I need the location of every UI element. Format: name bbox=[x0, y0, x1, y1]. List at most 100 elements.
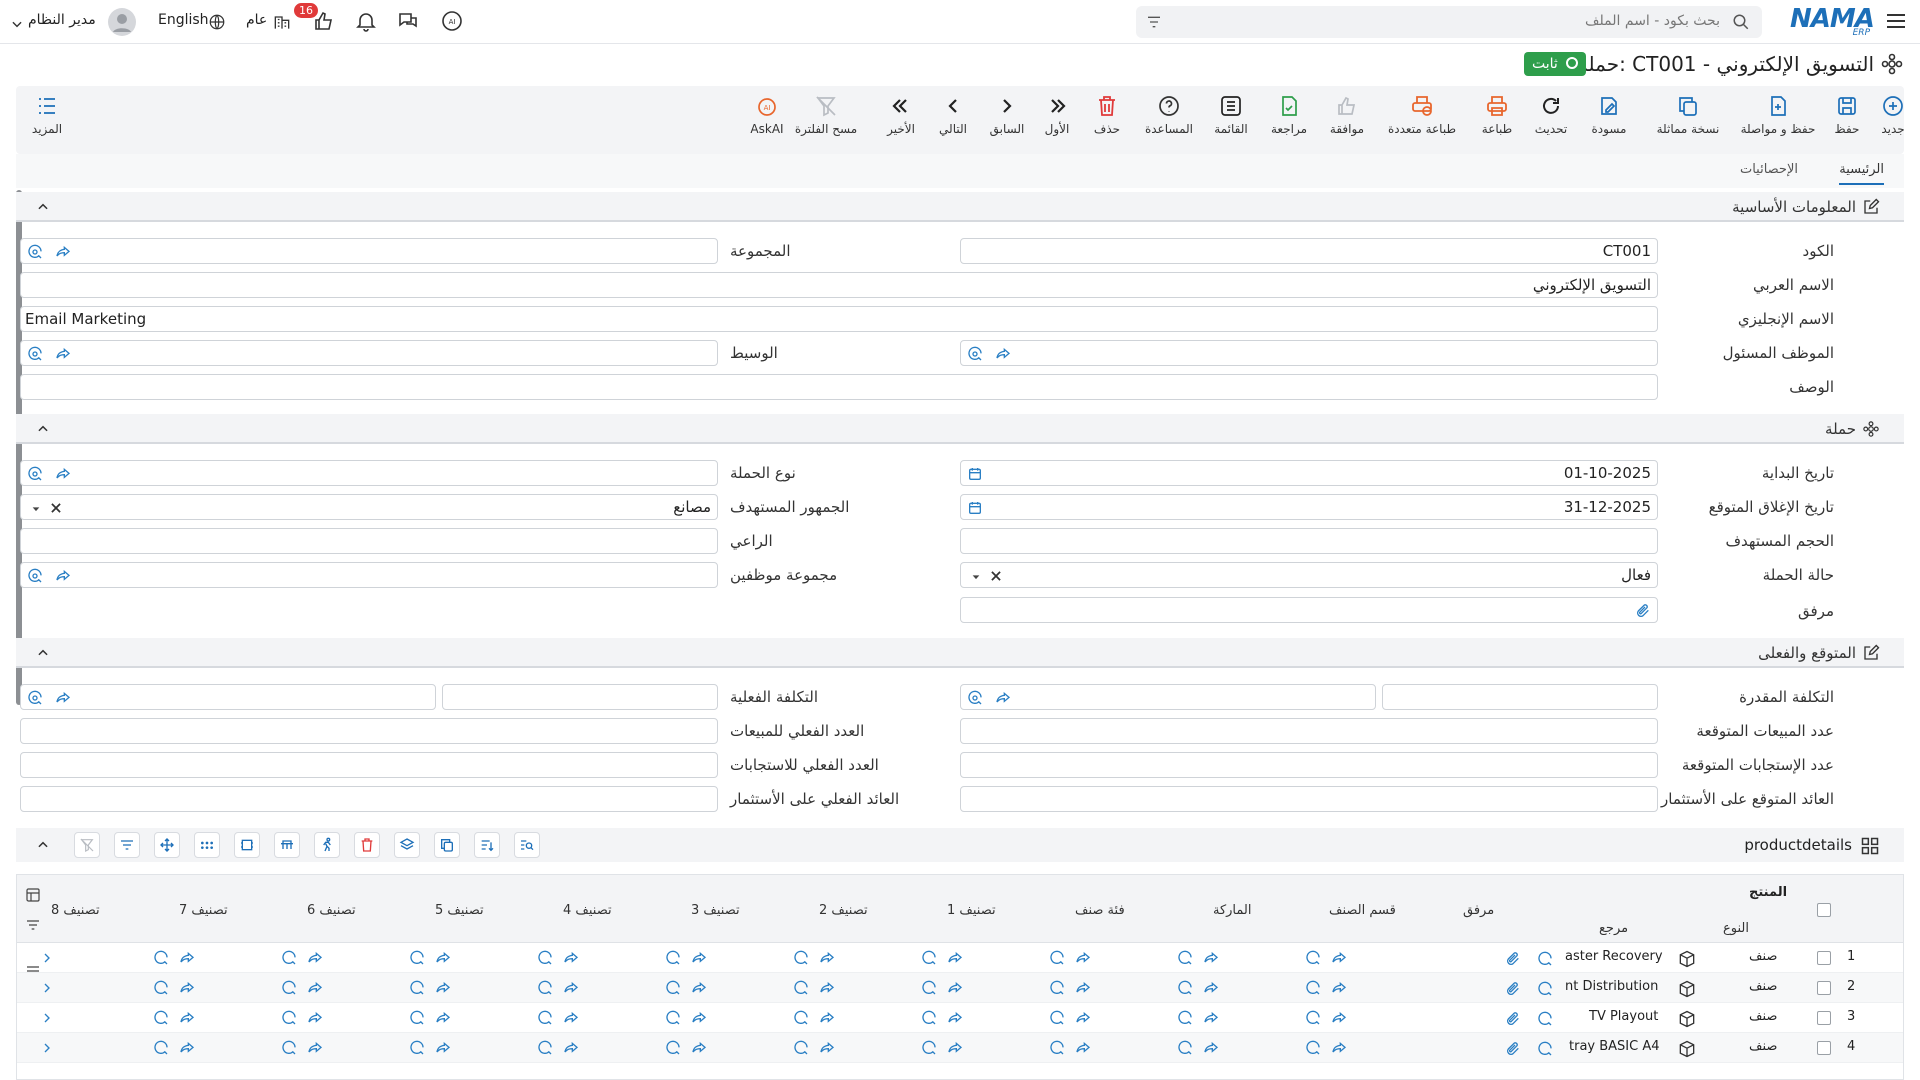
row-checkbox[interactable] bbox=[1817, 981, 1831, 995]
share-icon[interactable] bbox=[1331, 1040, 1347, 1056]
act-sales-field[interactable] bbox=[20, 718, 718, 744]
paperclip-icon[interactable] bbox=[1505, 1041, 1521, 1057]
lookup-icon[interactable] bbox=[793, 980, 809, 996]
share-icon[interactable] bbox=[819, 1040, 835, 1056]
lookup-icon[interactable] bbox=[409, 950, 425, 966]
grid-dots-button[interactable] bbox=[194, 832, 220, 858]
lookup-icon[interactable] bbox=[27, 346, 43, 362]
more-button[interactable]: المزيد bbox=[16, 94, 78, 136]
col-item-dept[interactable]: قسم الصنف bbox=[1329, 903, 1396, 918]
est-cost-field[interactable] bbox=[1382, 684, 1658, 710]
list-button[interactable]: القائمة bbox=[1200, 94, 1262, 136]
share-icon[interactable] bbox=[55, 568, 71, 584]
grid-layers-button[interactable] bbox=[394, 832, 420, 858]
exp-resp-field[interactable] bbox=[960, 752, 1658, 778]
clear-filter-button[interactable]: مسح الفلترة bbox=[788, 94, 864, 136]
grid-search-button[interactable] bbox=[514, 832, 540, 858]
lookup-icon[interactable] bbox=[921, 1040, 937, 1056]
target-size-field[interactable] bbox=[960, 528, 1658, 554]
help-button[interactable]: المساعدة bbox=[1138, 94, 1200, 136]
share-icon[interactable] bbox=[691, 1010, 707, 1026]
lookup-icon[interactable] bbox=[967, 690, 983, 706]
share-icon[interactable] bbox=[1331, 1010, 1347, 1026]
chevron-right-icon[interactable] bbox=[39, 1040, 55, 1056]
lookup-icon[interactable] bbox=[153, 1040, 169, 1056]
lookup-icon[interactable] bbox=[1049, 1040, 1065, 1056]
grid-move-button[interactable] bbox=[154, 832, 180, 858]
grid-sort-button[interactable] bbox=[474, 832, 500, 858]
lookup-icon[interactable] bbox=[1305, 950, 1321, 966]
group-field[interactable] bbox=[20, 238, 718, 264]
lookup-icon[interactable] bbox=[281, 1040, 297, 1056]
paperclip-icon[interactable] bbox=[1635, 603, 1651, 619]
exp-sales-field[interactable] bbox=[960, 718, 1658, 744]
filter-icon[interactable] bbox=[25, 917, 41, 933]
attachment-field[interactable] bbox=[960, 597, 1658, 623]
calendar-icon[interactable] bbox=[967, 500, 983, 516]
row-checkbox[interactable] bbox=[1817, 1011, 1831, 1025]
approvals-icon[interactable]: 16 bbox=[294, 3, 338, 35]
lookup-icon[interactable] bbox=[281, 950, 297, 966]
search-input[interactable]: بحث بكود - اسم الملف bbox=[1136, 6, 1762, 38]
share-icon[interactable] bbox=[691, 1040, 707, 1056]
actual-cost-field[interactable] bbox=[442, 684, 718, 710]
grid-columns-button[interactable] bbox=[234, 832, 260, 858]
share-icon[interactable] bbox=[563, 1010, 579, 1026]
share-icon[interactable] bbox=[55, 466, 71, 482]
lookup-icon[interactable] bbox=[1537, 1041, 1553, 1057]
chevron-up-icon[interactable] bbox=[36, 422, 50, 436]
lookup-icon[interactable] bbox=[409, 1010, 425, 1026]
chevron-up-icon[interactable] bbox=[36, 838, 50, 852]
act-resp-field[interactable] bbox=[20, 752, 718, 778]
tab-main[interactable]: الرئيسية bbox=[1839, 162, 1884, 185]
share-icon[interactable] bbox=[947, 980, 963, 996]
lookup-icon[interactable] bbox=[793, 1010, 809, 1026]
chevron-right-icon[interactable] bbox=[39, 1010, 55, 1026]
share-icon[interactable] bbox=[1203, 950, 1219, 966]
row-checkbox[interactable] bbox=[1817, 951, 1831, 965]
calendar-icon[interactable] bbox=[967, 466, 983, 482]
share-icon[interactable] bbox=[55, 244, 71, 260]
paperclip-icon[interactable] bbox=[1505, 1011, 1521, 1027]
lookup-icon[interactable] bbox=[793, 1040, 809, 1056]
share-icon[interactable] bbox=[435, 1040, 451, 1056]
prev-button[interactable]: السابق bbox=[976, 94, 1038, 136]
lookup-icon[interactable] bbox=[1537, 981, 1553, 997]
col-brand[interactable]: الماركة bbox=[1213, 903, 1252, 918]
lookup-icon[interactable] bbox=[921, 980, 937, 996]
caret-down-icon[interactable] bbox=[31, 504, 41, 514]
workspace-selector[interactable]: عام bbox=[246, 12, 290, 32]
share-icon[interactable] bbox=[819, 1010, 835, 1026]
lookup-icon[interactable] bbox=[793, 950, 809, 966]
act-roi-field[interactable] bbox=[20, 786, 718, 812]
save-button[interactable]: حفظ bbox=[1816, 94, 1878, 136]
lookup-icon[interactable] bbox=[1177, 1040, 1193, 1056]
arabic-name-field[interactable]: التسويق الإلكتروني bbox=[20, 272, 1658, 298]
scrollbar[interactable] bbox=[16, 190, 22, 705]
sponsor-field[interactable] bbox=[20, 528, 718, 554]
bell-icon[interactable] bbox=[354, 9, 380, 35]
share-icon[interactable] bbox=[1331, 950, 1347, 966]
lookup-icon[interactable] bbox=[665, 950, 681, 966]
duplicate-button[interactable]: نسخة مماثلة bbox=[1646, 94, 1730, 136]
menu-icon[interactable] bbox=[1884, 9, 1910, 35]
lookup-icon[interactable] bbox=[153, 950, 169, 966]
row-checkbox[interactable] bbox=[1817, 1041, 1831, 1055]
lookup-icon[interactable] bbox=[409, 980, 425, 996]
code-field[interactable]: CT001 bbox=[960, 238, 1658, 264]
lookup-icon[interactable] bbox=[1049, 950, 1065, 966]
lookup-icon[interactable] bbox=[27, 568, 43, 584]
share-icon[interactable] bbox=[947, 950, 963, 966]
lookup-icon[interactable] bbox=[1537, 1011, 1553, 1027]
share-icon[interactable] bbox=[1203, 980, 1219, 996]
share-icon[interactable] bbox=[1075, 950, 1091, 966]
grid-copy-button[interactable] bbox=[434, 832, 460, 858]
exp-roi-field[interactable] bbox=[960, 786, 1658, 812]
lookup-icon[interactable] bbox=[1177, 950, 1193, 966]
share-icon[interactable] bbox=[435, 1010, 451, 1026]
col-ref[interactable]: مرجع bbox=[1599, 921, 1628, 936]
chevron-right-icon[interactable] bbox=[39, 980, 55, 996]
broker-field[interactable] bbox=[20, 340, 718, 366]
share-icon[interactable] bbox=[435, 950, 451, 966]
section-campaign-header[interactable]: حملة bbox=[16, 414, 1904, 444]
